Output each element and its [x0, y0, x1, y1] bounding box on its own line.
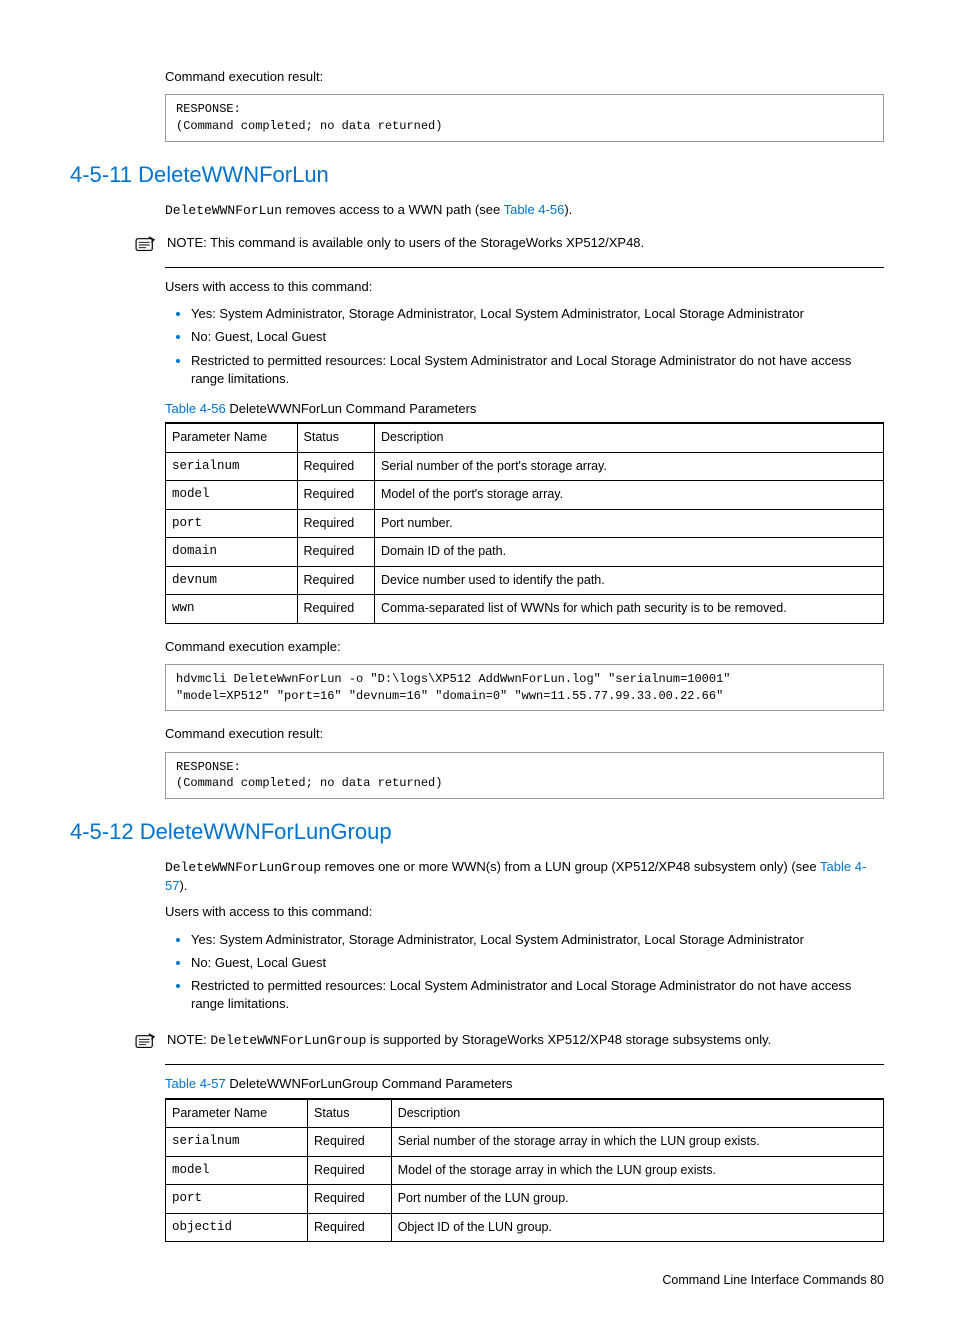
- table-row: portRequiredPort number.: [166, 509, 884, 538]
- code-block: hdvmcli DeleteWwnForLun -o "D:\logs\XP51…: [165, 664, 884, 712]
- table-row: portRequiredPort number of the LUN group…: [166, 1185, 884, 1214]
- intro-paragraph: DeleteWWNForLun removes access to a WWN …: [165, 201, 884, 220]
- list-item: No: Guest, Local Guest: [191, 327, 884, 346]
- command-name: DeleteWWNForLunGroup: [165, 860, 321, 875]
- col-header: Description: [374, 423, 883, 452]
- table-row: serialnumRequiredSerial number of the po…: [166, 452, 884, 481]
- code-block: RESPONSE: (Command completed; no data re…: [165, 752, 884, 800]
- list-item: Yes: System Administrator, Storage Admin…: [191, 930, 884, 949]
- table-caption: Table 4-56 DeleteWWNForLun Command Param…: [165, 400, 884, 418]
- intro-end: ).: [179, 878, 187, 893]
- intro-paragraph: DeleteWWNForLunGroup removes one or more…: [165, 858, 884, 895]
- parameters-table-57: Parameter Name Status Description serial…: [165, 1098, 884, 1243]
- table-row: domainRequiredDomain ID of the path.: [166, 538, 884, 567]
- table-caption-text: DeleteWWNForLunGroup Command Parameters: [226, 1076, 513, 1091]
- table-number-link[interactable]: Table 4-56: [165, 401, 226, 416]
- intro-text: removes access to a WWN path (see: [282, 202, 504, 217]
- col-header: Status: [308, 1099, 392, 1128]
- table-row: objectidRequiredObject ID of the LUN gro…: [166, 1213, 884, 1242]
- users-label: Users with access to this command:: [165, 903, 884, 921]
- note-text: NOTE: This command is available only to …: [167, 234, 884, 252]
- section-heading-4-5-11: 4-5-11 DeleteWWNForLun: [70, 160, 884, 191]
- table-caption-text: DeleteWWNForLun Command Parameters: [226, 401, 477, 416]
- col-header: Status: [297, 423, 374, 452]
- table-row: modelRequiredModel of the port's storage…: [166, 481, 884, 510]
- exec-result-label: Command execution result:: [165, 68, 884, 86]
- access-list: Yes: System Administrator, Storage Admin…: [165, 304, 884, 388]
- table-row: wwnRequiredComma-separated list of WWNs …: [166, 595, 884, 624]
- exec-result-label: Command execution result:: [165, 725, 884, 743]
- note-icon: [135, 236, 157, 259]
- list-item: No: Guest, Local Guest: [191, 953, 884, 972]
- code-block: RESPONSE: (Command completed; no data re…: [165, 94, 884, 142]
- list-item: Restricted to permitted resources: Local…: [191, 351, 884, 388]
- table-row: serialnumRequiredSerial number of the st…: [166, 1128, 884, 1157]
- table-row: devnumRequiredDevice number used to iden…: [166, 566, 884, 595]
- intro-end: ).: [564, 202, 572, 217]
- note-icon: [135, 1033, 157, 1056]
- page-footer: Command Line Interface Commands 80: [165, 1272, 884, 1290]
- list-item: Restricted to permitted resources: Local…: [191, 976, 884, 1013]
- col-header: Parameter Name: [166, 1099, 308, 1128]
- access-list: Yes: System Administrator, Storage Admin…: [165, 930, 884, 1014]
- parameters-table-56: Parameter Name Status Description serial…: [165, 422, 884, 624]
- divider: [165, 267, 884, 268]
- section-heading-4-5-12: 4-5-12 DeleteWWNForLunGroup: [70, 817, 884, 848]
- table-number-link[interactable]: Table 4-57: [165, 1076, 226, 1091]
- list-item: Yes: System Administrator, Storage Admin…: [191, 304, 884, 323]
- table-row: modelRequiredModel of the storage array …: [166, 1156, 884, 1185]
- command-name: DeleteWWNForLun: [165, 203, 282, 218]
- divider: [165, 1064, 884, 1065]
- table-caption: Table 4-57 DeleteWWNForLunGroup Command …: [165, 1075, 884, 1093]
- exec-example-label: Command execution example:: [165, 638, 884, 656]
- note-text: NOTE: DeleteWWNForLunGroup is supported …: [167, 1031, 884, 1050]
- col-header: Parameter Name: [166, 423, 298, 452]
- col-header: Description: [391, 1099, 883, 1128]
- table-link[interactable]: Table 4-56: [504, 202, 565, 217]
- intro-text: removes one or more WWN(s) from a LUN gr…: [321, 859, 820, 874]
- users-label: Users with access to this command:: [165, 278, 884, 296]
